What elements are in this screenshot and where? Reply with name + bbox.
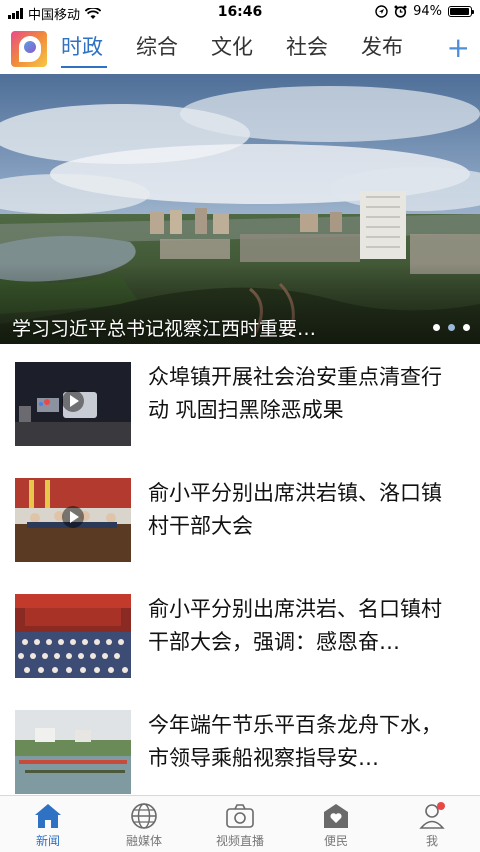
notification-badge — [437, 802, 445, 810]
channel-tabs: 时政 综合 文化 社会 发布 — [61, 24, 441, 74]
location-icon — [375, 5, 388, 18]
app-logo — [11, 31, 47, 67]
status-right: 94% — [375, 4, 474, 19]
add-channel-button[interactable]: + — [447, 32, 470, 64]
news-item[interactable]: 俞小平分别出席洪岩、名口镇村干部大会，强调：感恩奋… — [0, 576, 480, 692]
news-thumbnail — [15, 594, 131, 678]
battery-percent: 94% — [413, 4, 442, 19]
banner-image — [0, 74, 480, 344]
carousel-dot[interactable] — [463, 324, 470, 331]
carousel-dot[interactable] — [433, 324, 440, 331]
nav-me[interactable]: 我 — [384, 796, 480, 852]
news-title: 俞小平分别出席洪岩镇、洛口镇村干部大会 — [148, 481, 442, 538]
tab-shehui[interactable]: 社会 — [286, 24, 328, 74]
nav-label: 我 — [425, 834, 438, 848]
video-play-icon — [62, 506, 84, 528]
bottom-nav: 新闻 融媒体 视频直播 便民 我 — [0, 795, 480, 852]
nav-live-video[interactable]: 视频直播 — [192, 796, 288, 852]
user-icon-wrap — [417, 802, 447, 830]
camera-icon — [226, 804, 254, 828]
house-heart-icon — [324, 804, 348, 828]
home-icon — [35, 804, 61, 828]
news-item[interactable]: 众埠镇开展社会治安重点清查行动 巩固扫黑除恶成果 — [0, 344, 480, 460]
news-item[interactable]: 俞小平分别出席洪岩镇、洛口镇村干部大会 — [0, 460, 480, 576]
news-item[interactable]: 今年端午节乐平百条龙舟下水，市领导乘船视察指导安… — [0, 692, 480, 808]
video-play-icon — [62, 390, 84, 412]
tab-wenhua[interactable]: 文化 — [211, 24, 253, 74]
banner-caption: 学习习近平总书记视察江西时重要… — [12, 318, 317, 340]
news-title: 今年端午节乐平百条龙舟下水，市领导乘船视察指导安… — [148, 713, 442, 770]
nav-media[interactable]: 融媒体 — [96, 796, 192, 852]
tab-fabu[interactable]: 发布 — [361, 24, 403, 74]
nav-services[interactable]: 便民 — [288, 796, 384, 852]
headline-banner[interactable]: 学习习近平总书记视察江西时重要… — [0, 74, 480, 344]
globe-icon — [131, 803, 157, 829]
status-bar: 中国移动 16:46 94% — [0, 0, 480, 24]
nav-news[interactable]: 新闻 — [0, 796, 96, 852]
nav-label: 便民 — [323, 834, 348, 848]
tab-shizheng[interactable]: 时政 — [61, 24, 107, 74]
carousel-dot[interactable] — [448, 324, 455, 331]
nav-label: 新闻 — [35, 834, 60, 848]
top-nav: 时政 综合 文化 社会 发布 + — [0, 24, 480, 74]
news-title: 俞小平分别出席洪岩、名口镇村干部大会，强调：感恩奋… — [148, 597, 442, 654]
news-thumbnail — [15, 478, 131, 562]
nav-label: 视频直播 — [215, 834, 264, 848]
news-thumbnail — [15, 362, 131, 446]
news-title: 众埠镇开展社会治安重点清查行动 巩固扫黑除恶成果 — [148, 365, 442, 422]
news-thumbnail — [15, 710, 131, 794]
alarm-icon — [394, 5, 407, 18]
carousel-dots — [433, 324, 470, 331]
tab-zonghe[interactable]: 综合 — [136, 24, 178, 74]
nav-label: 融媒体 — [125, 834, 162, 848]
battery-icon — [448, 6, 474, 17]
